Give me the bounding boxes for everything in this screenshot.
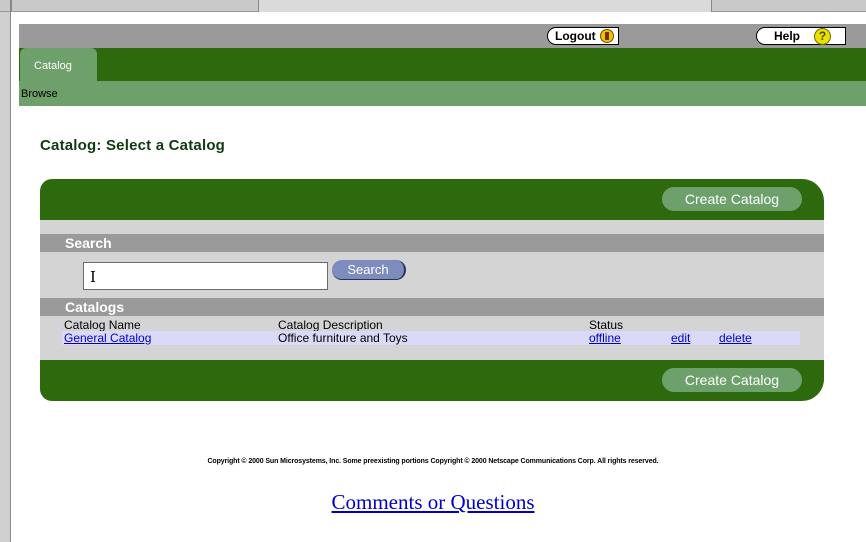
comments-section: Comments or Questions: [0, 490, 866, 515]
tab-bar: Catalog: [19, 48, 866, 81]
page-title: Catalog: Select a Catalog: [40, 137, 226, 154]
search-heading: Search: [40, 234, 824, 252]
status-offline-link[interactable]: offline: [589, 331, 621, 345]
logout-label: Logout: [555, 29, 596, 43]
panel-footer: Create Catalog: [40, 360, 824, 401]
search-input[interactable]: I: [83, 262, 328, 290]
browser-tab-area: [258, 0, 712, 12]
catalogs-heading: Catalogs: [40, 298, 824, 316]
toolbar-grip[interactable]: [10, 0, 12, 12]
question-icon: ?: [814, 27, 832, 45]
create-catalog-button-bottom[interactable]: Create Catalog: [662, 368, 802, 392]
comments-link[interactable]: Comments or Questions: [332, 490, 535, 514]
catalog-description: Office furniture and Toys: [278, 331, 408, 345]
catalog-name-link[interactable]: General Catalog: [64, 331, 151, 345]
door-icon: [599, 29, 614, 43]
delete-link[interactable]: delete: [719, 331, 752, 345]
panel-body: Search I Search Catalogs Catalog Name Ca…: [40, 220, 824, 360]
panel-header: Create Catalog: [40, 179, 824, 220]
create-catalog-button-top[interactable]: Create Catalog: [662, 187, 802, 211]
browser-toolbar: [0, 0, 866, 12]
search-input-value: I: [90, 268, 96, 286]
search-button[interactable]: Search: [332, 260, 406, 280]
table-row: General Catalog Office furniture and Toy…: [62, 331, 800, 345]
help-label: Help: [774, 29, 801, 43]
tab-catalog[interactable]: Catalog: [20, 48, 97, 81]
column-header-name: Catalog Name: [64, 318, 141, 332]
utility-bar: Logout Help ?: [19, 24, 866, 48]
column-header-description: Catalog Description: [278, 318, 383, 332]
sub-nav-browse[interactable]: Browse: [21, 88, 58, 100]
copyright-text: Copyright © 2000 Sun Microsystems, Inc. …: [207, 458, 659, 465]
edit-link[interactable]: edit: [671, 331, 690, 345]
sub-nav-bar: Browse: [19, 81, 866, 106]
column-header-status: Status: [589, 318, 624, 332]
help-button[interactable]: Help ?: [756, 27, 846, 45]
logout-button[interactable]: Logout: [547, 27, 619, 45]
